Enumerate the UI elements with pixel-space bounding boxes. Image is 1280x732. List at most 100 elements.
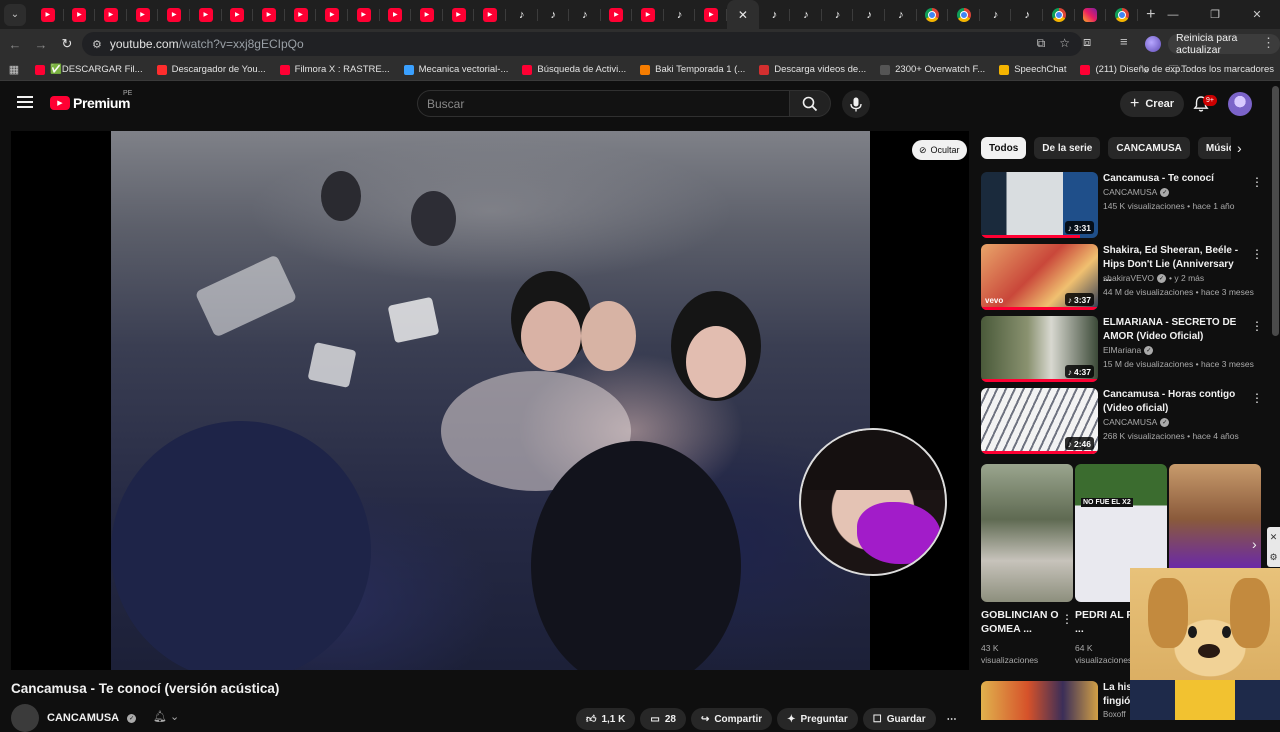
- browser-tab[interactable]: [695, 0, 727, 29]
- install-app-icon[interactable]: ⧉: [1037, 36, 1046, 51]
- bookmark-item[interactable]: Mecanica vectorial-...: [397, 64, 516, 75]
- browser-tab[interactable]: ♪: [1011, 0, 1043, 29]
- like-button[interactable]: 👍︎ 1,1 K: [576, 708, 636, 730]
- channel-name[interactable]: CANCAMUSA ✓: [1103, 417, 1170, 427]
- browser-tab[interactable]: ♪: [664, 0, 696, 29]
- channel-avatar[interactable]: [11, 704, 39, 732]
- browser-tab[interactable]: [632, 0, 664, 29]
- channel-name[interactable]: CANCAMUSA: [47, 712, 119, 724]
- browser-tab[interactable]: [253, 0, 285, 29]
- browser-tab[interactable]: ♪: [853, 0, 885, 29]
- bookmark-item[interactable]: ✅DESCARGAR Fil...: [28, 64, 150, 75]
- shorts-next-icon[interactable]: ›: [1252, 536, 1266, 556]
- reload-icon[interactable]: ↻: [54, 31, 80, 57]
- browser-tab[interactable]: ✕: [727, 0, 759, 29]
- bookmark-item[interactable]: 2300+ Overwatch F...: [873, 64, 992, 75]
- menu-icon[interactable]: [17, 96, 33, 108]
- video-thumbnail[interactable]: vevo ♪ 3:37: [981, 244, 1098, 310]
- more-bookmarks-icon[interactable]: »: [1144, 65, 1149, 76]
- browser-tab[interactable]: ♪: [569, 0, 601, 29]
- close-window-icon[interactable]: ✕: [1236, 0, 1278, 29]
- search-input[interactable]: Buscar: [417, 90, 790, 117]
- more-actions-icon[interactable]: ⋯: [941, 708, 963, 730]
- channel-name[interactable]: CANCAMUSA ✓: [1103, 187, 1170, 197]
- recommendation-item[interactable]: ♪ 2:46 Cancamusa - Horas contigo (Video ofi…: [981, 388, 1271, 454]
- bookmark-item[interactable]: Descarga videos de...: [752, 64, 873, 75]
- search-button[interactable]: [789, 90, 831, 117]
- recommendation-item[interactable]: vevo ♪ 3:37 Shakira, Ed Sheeran, Beéle - Hip…: [981, 244, 1271, 310]
- chevron-right-icon[interactable]: ›: [1237, 140, 1242, 156]
- browser-tab[interactable]: [316, 0, 348, 29]
- browser-tab[interactable]: [1043, 0, 1075, 29]
- browser-tab[interactable]: [411, 0, 443, 29]
- browser-tab[interactable]: [127, 0, 159, 29]
- forward-icon[interactable]: →: [28, 31, 54, 57]
- close-tab-icon[interactable]: ✕: [738, 8, 748, 22]
- bookmark-item[interactable]: Descargador de You...: [150, 64, 273, 75]
- chip-1[interactable]: De la serie: [1034, 137, 1101, 159]
- browser-tab[interactable]: ♪: [822, 0, 854, 29]
- more-options-icon[interactable]: ⋮: [1251, 175, 1263, 189]
- browser-tab[interactable]: ♪: [759, 0, 791, 29]
- bookmark-item[interactable]: Baki Temporada 1 (...: [633, 64, 752, 75]
- create-button[interactable]: + Crear: [1120, 91, 1185, 117]
- browser-tab[interactable]: ♪: [980, 0, 1012, 29]
- browser-tab[interactable]: ♪: [790, 0, 822, 29]
- chrome-menu-icon[interactable]: ⋮: [1262, 35, 1275, 51]
- chip-0[interactable]: Todos: [981, 137, 1027, 159]
- browser-tab[interactable]: ♪: [885, 0, 917, 29]
- site-settings-icon[interactable]: ⚙: [92, 38, 102, 51]
- page-scrollbar[interactable]: [1272, 86, 1279, 336]
- video-thumbnail[interactable]: ♪ 2:46: [981, 388, 1098, 454]
- video-frame[interactable]: [111, 131, 870, 670]
- browser-tab[interactable]: [285, 0, 317, 29]
- bookmark-item[interactable]: Filmora X : RASTRE...: [273, 64, 397, 75]
- browser-tab[interactable]: [190, 0, 222, 29]
- tab-search-icon[interactable]: ⌄: [4, 3, 26, 26]
- browser-tab[interactable]: [380, 0, 412, 29]
- browser-tab[interactable]: [158, 0, 190, 29]
- browser-tab[interactable]: [64, 0, 96, 29]
- browser-tab[interactable]: [1106, 0, 1138, 29]
- comments-button[interactable]: ▭ 28: [640, 708, 686, 730]
- browser-tab[interactable]: [474, 0, 506, 29]
- profile-avatar[interactable]: [1145, 36, 1161, 52]
- subscription-bell-icon[interactable]: 🔔︎ ⌄: [153, 710, 179, 723]
- chip-2[interactable]: CANCAMUSA: [1108, 137, 1190, 159]
- close-icon[interactable]: ✕: [1270, 532, 1278, 543]
- all-bookmarks-folder[interactable]: 🗀 Todos los marcadores: [1169, 62, 1274, 78]
- video-thumbnail[interactable]: ♪ 4:37: [981, 316, 1098, 382]
- browser-tab[interactable]: ♪: [506, 0, 538, 29]
- more-options-icon[interactable]: ⋮: [1251, 391, 1263, 405]
- video-player[interactable]: ⊘ Ocultar: [11, 131, 969, 670]
- browser-tab[interactable]: [1075, 0, 1107, 29]
- short-thumbnail[interactable]: [981, 464, 1073, 602]
- browser-tab[interactable]: [32, 0, 64, 29]
- restore-icon[interactable]: ❐: [1194, 0, 1236, 29]
- minimize-icon[interactable]: —: [1152, 0, 1194, 29]
- bookmark-item[interactable]: Búsqueda de Activi...: [515, 64, 633, 75]
- ask-button[interactable]: ✦ Preguntar: [777, 708, 858, 730]
- side-panel-controls[interactable]: ✕ ⚙: [1267, 527, 1280, 567]
- more-options-icon[interactable]: ⋮: [1061, 612, 1073, 626]
- channel-name[interactable]: shakiraVEVO ✓ • y 2 más: [1103, 273, 1204, 283]
- recommendation-item[interactable]: ♪ 4:37 ELMARIANA - SECRETO DE AMOR (Video O…: [981, 316, 1271, 382]
- settings-icon[interactable]: ⚙: [1269, 552, 1277, 563]
- youtube-premium-logo[interactable]: ▶ Premium PE: [50, 90, 132, 111]
- browser-tab[interactable]: [601, 0, 633, 29]
- browser-tab[interactable]: [348, 0, 380, 29]
- browser-tab[interactable]: [222, 0, 254, 29]
- browser-tab[interactable]: [948, 0, 980, 29]
- browser-tab[interactable]: [443, 0, 475, 29]
- apps-icon[interactable]: ▦: [0, 63, 28, 76]
- share-button[interactable]: ↪ Compartir: [690, 708, 773, 730]
- bookmark-star-icon[interactable]: ☆: [1059, 36, 1070, 51]
- chip-3[interactable]: Música: [1197, 137, 1231, 159]
- back-icon[interactable]: ←: [2, 31, 28, 57]
- browser-tab[interactable]: [95, 0, 127, 29]
- recommendation-item[interactable]: ♪ 3:31 Cancamusa - Te conocí CANCAMUSA ✓ 145 …: [981, 172, 1271, 238]
- account-avatar[interactable]: [1228, 92, 1252, 116]
- address-bar[interactable]: ⚙ youtube.com/watch?v=xxj8gECIpQo ⧉ ☆: [82, 32, 1082, 56]
- channel-name[interactable]: ElMariana ✓: [1103, 345, 1154, 355]
- browser-tab[interactable]: [917, 0, 949, 29]
